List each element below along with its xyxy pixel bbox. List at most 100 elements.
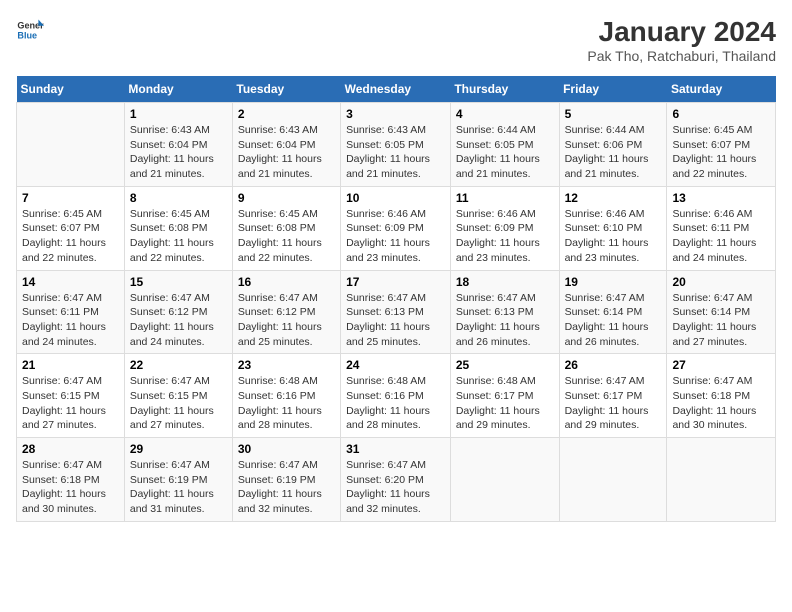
day-number: 5 — [565, 107, 662, 121]
calendar-cell — [667, 438, 776, 522]
calendar-cell: 18Sunrise: 6:47 AMSunset: 6:13 PMDayligh… — [450, 270, 559, 354]
calendar-cell: 27 Sunrise: 6:47 AMSunset: 6:18 PMDayligh… — [667, 354, 776, 438]
calendar-cell: 15Sunrise: 6:47 AMSunset: 6:12 PMDayligh… — [124, 270, 232, 354]
day-number: 28 — [22, 442, 119, 456]
day-number: 25 — [456, 358, 554, 372]
calendar-cell: 19Sunrise: 6:47 AMSunset: 6:14 PMDayligh… — [559, 270, 667, 354]
day-number: 31 — [346, 442, 445, 456]
day-number: 22 — [130, 358, 227, 372]
week-row-3: 14 Sunrise: 6:47 AMSunset: 6:11 PMDayligh… — [17, 270, 776, 354]
day-info: Sunrise: 6:46 AMSunset: 6:10 PMDaylight:… — [565, 207, 662, 266]
day-info: Sunrise: 6:47 AMSunset: 6:20 PMDaylight:… — [346, 458, 445, 517]
day-info: Sunrise: 6:46 AMSunset: 6:09 PMDaylight:… — [456, 207, 554, 266]
day-info: Sunrise: 6:47 AMSunset: 6:13 PMDaylight:… — [346, 291, 445, 350]
day-number: 30 — [238, 442, 335, 456]
day-info: Sunrise: 6:47 AMSunset: 6:15 PMDaylight:… — [22, 374, 119, 433]
calendar-cell: 13Sunrise: 6:46 AMSunset: 6:11 PMDayligh… — [667, 186, 776, 270]
title-area: January 2024 Pak Tho, Ratchaburi, Thaila… — [587, 16, 776, 64]
day-number: 3 — [346, 107, 445, 121]
day-info: Sunrise: 6:45 AMSunset: 6:07 PMDaylight:… — [672, 123, 770, 182]
svg-text:Blue: Blue — [17, 30, 37, 40]
week-row-4: 21 Sunrise: 6:47 AMSunset: 6:15 PMDayligh… — [17, 354, 776, 438]
day-info: Sunrise: 6:47 AMSunset: 6:17 PMDaylight:… — [565, 374, 662, 433]
day-info: Sunrise: 6:43 AMSunset: 6:05 PMDaylight:… — [346, 123, 445, 182]
calendar-cell: 4Sunrise: 6:44 AMSunset: 6:05 PMDaylight… — [450, 103, 559, 187]
calendar-cell: 21 Sunrise: 6:47 AMSunset: 6:15 PMDayligh… — [17, 354, 125, 438]
day-info: Sunrise: 6:47 AMSunset: 6:11 PMDaylight:… — [22, 291, 119, 350]
day-info: Sunrise: 6:45 AMSunset: 6:08 PMDaylight:… — [130, 207, 227, 266]
calendar-cell: 22Sunrise: 6:47 AMSunset: 6:15 PMDayligh… — [124, 354, 232, 438]
day-number: 4 — [456, 107, 554, 121]
day-number: 26 — [565, 358, 662, 372]
day-info: Sunrise: 6:43 AMSunset: 6:04 PMDaylight:… — [238, 123, 335, 182]
day-info: Sunrise: 6:45 AMSunset: 6:07 PMDaylight:… — [22, 207, 119, 266]
calendar-cell: 7 Sunrise: 6:45 AMSunset: 6:07 PMDaylight… — [17, 186, 125, 270]
calendar-cell: 28 Sunrise: 6:47 AMSunset: 6:18 PMDayligh… — [17, 438, 125, 522]
calendar-cell: 1 Sunrise: 6:43 AMSunset: 6:04 PMDaylight… — [124, 103, 232, 187]
day-info: Sunrise: 6:48 AMSunset: 6:16 PMDaylight:… — [346, 374, 445, 433]
day-number: 24 — [346, 358, 445, 372]
calendar-cell — [450, 438, 559, 522]
calendar-cell — [559, 438, 667, 522]
calendar-cell: 12 Sunrise: 6:46 AMSunset: 6:10 PMDayligh… — [559, 186, 667, 270]
day-number: 18 — [456, 275, 554, 289]
day-number: 7 — [22, 191, 119, 205]
day-info: Sunrise: 6:47 AMSunset: 6:18 PMDaylight:… — [22, 458, 119, 517]
calendar-cell: 17 Sunrise: 6:47 AMSunset: 6:13 PMDayligh… — [341, 270, 451, 354]
calendar-cell: 8 Sunrise: 6:45 AMSunset: 6:08 PMDaylight… — [124, 186, 232, 270]
calendar-cell: 31 Sunrise: 6:47 AMSunset: 6:20 PMDayligh… — [341, 438, 451, 522]
day-info: Sunrise: 6:48 AMSunset: 6:17 PMDaylight:… — [456, 374, 554, 433]
day-info: Sunrise: 6:47 AMSunset: 6:14 PMDaylight:… — [565, 291, 662, 350]
page-header: General Blue January 2024 Pak Tho, Ratch… — [16, 16, 776, 64]
logo: General Blue — [16, 16, 44, 44]
day-info: Sunrise: 6:45 AMSunset: 6:08 PMDaylight:… — [238, 207, 335, 266]
day-number: 16 — [238, 275, 335, 289]
header-friday: Friday — [559, 76, 667, 103]
day-number: 9 — [238, 191, 335, 205]
calendar-cell: 11 Sunrise: 6:46 AMSunset: 6:09 PMDayligh… — [450, 186, 559, 270]
calendar-cell: 14 Sunrise: 6:47 AMSunset: 6:11 PMDayligh… — [17, 270, 125, 354]
calendar-cell: 20Sunrise: 6:47 AMSunset: 6:14 PMDayligh… — [667, 270, 776, 354]
day-number: 23 — [238, 358, 335, 372]
day-info: Sunrise: 6:48 AMSunset: 6:16 PMDaylight:… — [238, 374, 335, 433]
calendar-cell: 3 Sunrise: 6:43 AMSunset: 6:05 PMDaylight… — [341, 103, 451, 187]
calendar-cell: 23 Sunrise: 6:48 AMSunset: 6:16 PMDayligh… — [232, 354, 340, 438]
calendar-cell — [17, 103, 125, 187]
day-info: Sunrise: 6:46 AMSunset: 6:09 PMDaylight:… — [346, 207, 445, 266]
day-number: 10 — [346, 191, 445, 205]
day-number: 11 — [456, 191, 554, 205]
day-info: Sunrise: 6:47 AMSunset: 6:14 PMDaylight:… — [672, 291, 770, 350]
calendar-cell: 10 Sunrise: 6:46 AMSunset: 6:09 PMDayligh… — [341, 186, 451, 270]
logo-icon: General Blue — [16, 16, 44, 44]
calendar-cell: 30Sunrise: 6:47 AMSunset: 6:19 PMDayligh… — [232, 438, 340, 522]
main-title: January 2024 — [587, 16, 776, 48]
day-number: 12 — [565, 191, 662, 205]
calendar-cell: 2Sunrise: 6:43 AMSunset: 6:04 PMDaylight… — [232, 103, 340, 187]
day-info: Sunrise: 6:43 AMSunset: 6:04 PMDaylight:… — [130, 123, 227, 182]
calendar-cell: 5 Sunrise: 6:44 AMSunset: 6:06 PMDaylight… — [559, 103, 667, 187]
week-row-2: 7 Sunrise: 6:45 AMSunset: 6:07 PMDaylight… — [17, 186, 776, 270]
day-number: 17 — [346, 275, 445, 289]
day-number: 29 — [130, 442, 227, 456]
day-number: 6 — [672, 107, 770, 121]
calendar-cell: 6 Sunrise: 6:45 AMSunset: 6:07 PMDaylight… — [667, 103, 776, 187]
day-number: 1 — [130, 107, 227, 121]
calendar-cell: 29 Sunrise: 6:47 AMSunset: 6:19 PMDayligh… — [124, 438, 232, 522]
day-number: 8 — [130, 191, 227, 205]
calendar-cell: 26 Sunrise: 6:47 AMSunset: 6:17 PMDayligh… — [559, 354, 667, 438]
header-sunday: Sunday — [17, 76, 125, 103]
day-number: 27 — [672, 358, 770, 372]
week-row-1: 1 Sunrise: 6:43 AMSunset: 6:04 PMDaylight… — [17, 103, 776, 187]
subtitle: Pak Tho, Ratchaburi, Thailand — [587, 48, 776, 64]
day-info: Sunrise: 6:47 AMSunset: 6:12 PMDaylight:… — [238, 291, 335, 350]
header-wednesday: Wednesday — [341, 76, 451, 103]
calendar-table: SundayMondayTuesdayWednesdayThursdayFrid… — [16, 76, 776, 522]
day-info: Sunrise: 6:47 AMSunset: 6:19 PMDaylight:… — [130, 458, 227, 517]
day-info: Sunrise: 6:47 AMSunset: 6:18 PMDaylight:… — [672, 374, 770, 433]
day-info: Sunrise: 6:44 AMSunset: 6:06 PMDaylight:… — [565, 123, 662, 182]
week-row-5: 28 Sunrise: 6:47 AMSunset: 6:18 PMDayligh… — [17, 438, 776, 522]
calendar-cell: 9 Sunrise: 6:45 AMSunset: 6:08 PMDaylight… — [232, 186, 340, 270]
calendar-cell: 16 Sunrise: 6:47 AMSunset: 6:12 PMDayligh… — [232, 270, 340, 354]
day-number: 14 — [22, 275, 119, 289]
day-number: 21 — [22, 358, 119, 372]
